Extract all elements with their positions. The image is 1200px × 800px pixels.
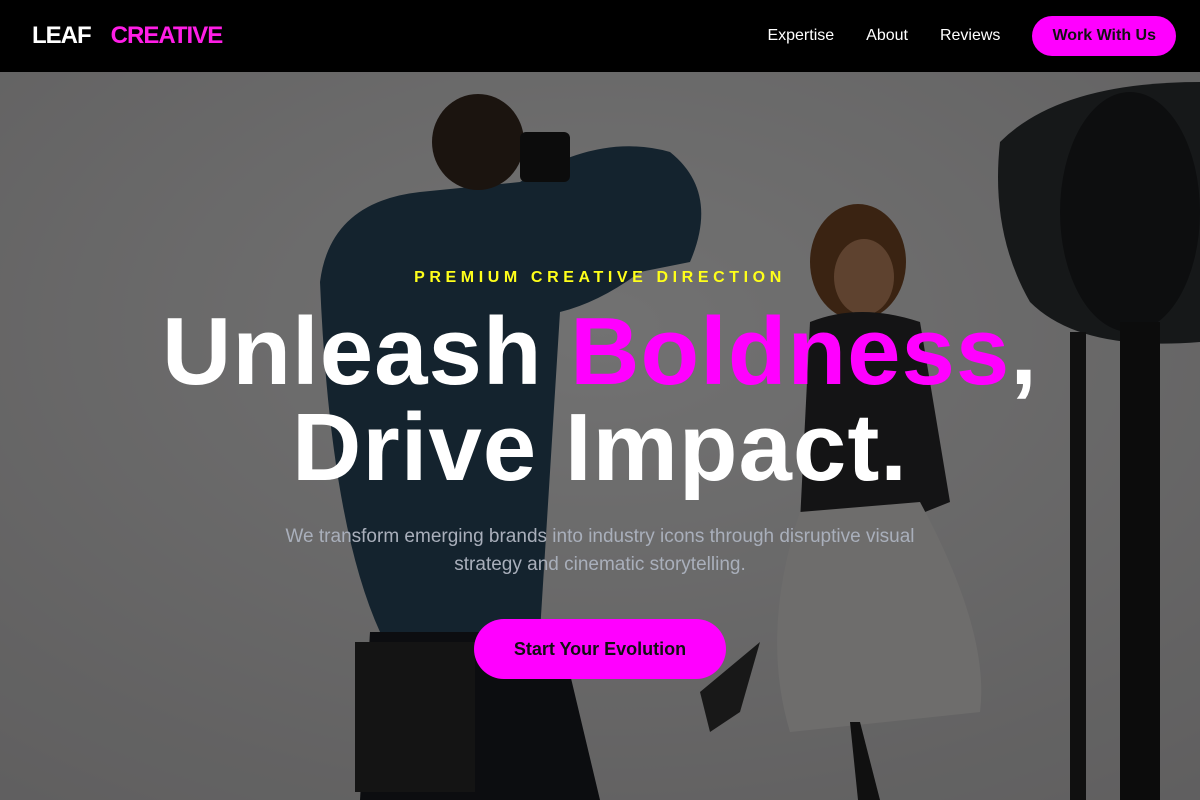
work-with-us-button[interactable]: Work With Us — [1032, 16, 1176, 56]
hero-headline: Unleash Boldness, Drive Impact. — [0, 304, 1200, 496]
hero-eyebrow: PREMIUM CREATIVE DIRECTION — [414, 269, 786, 286]
headline-accent-word: Boldness — [570, 298, 1011, 405]
nav-link-about[interactable]: About — [866, 27, 908, 45]
brand-logo[interactable]: LEAF CREATIVE — [32, 22, 224, 50]
brand-logo-part-2: CREATIVE — [110, 22, 224, 49]
nav-link-expertise[interactable]: Expertise — [767, 27, 834, 45]
hero-section: PREMIUM CREATIVE DIRECTION Unleash Boldn… — [0, 72, 1200, 800]
headline-line-2: Drive Impact. — [292, 394, 908, 501]
hero-content: PREMIUM CREATIVE DIRECTION Unleash Boldn… — [0, 72, 1200, 800]
start-your-evolution-button[interactable]: Start Your Evolution — [474, 619, 726, 679]
nav-links: Expertise About Reviews — [767, 27, 1000, 45]
brand-logo-part-1: LEAF — [32, 22, 92, 49]
headline-part-1: Unleash — [162, 298, 571, 405]
hero-subtitle: We transform emerging brands into indust… — [285, 526, 915, 575]
headline-part-2: , — [1010, 298, 1038, 405]
top-navbar: LEAF CREATIVE Expertise About Reviews Wo… — [0, 0, 1200, 72]
nav-link-reviews[interactable]: Reviews — [940, 27, 1000, 45]
